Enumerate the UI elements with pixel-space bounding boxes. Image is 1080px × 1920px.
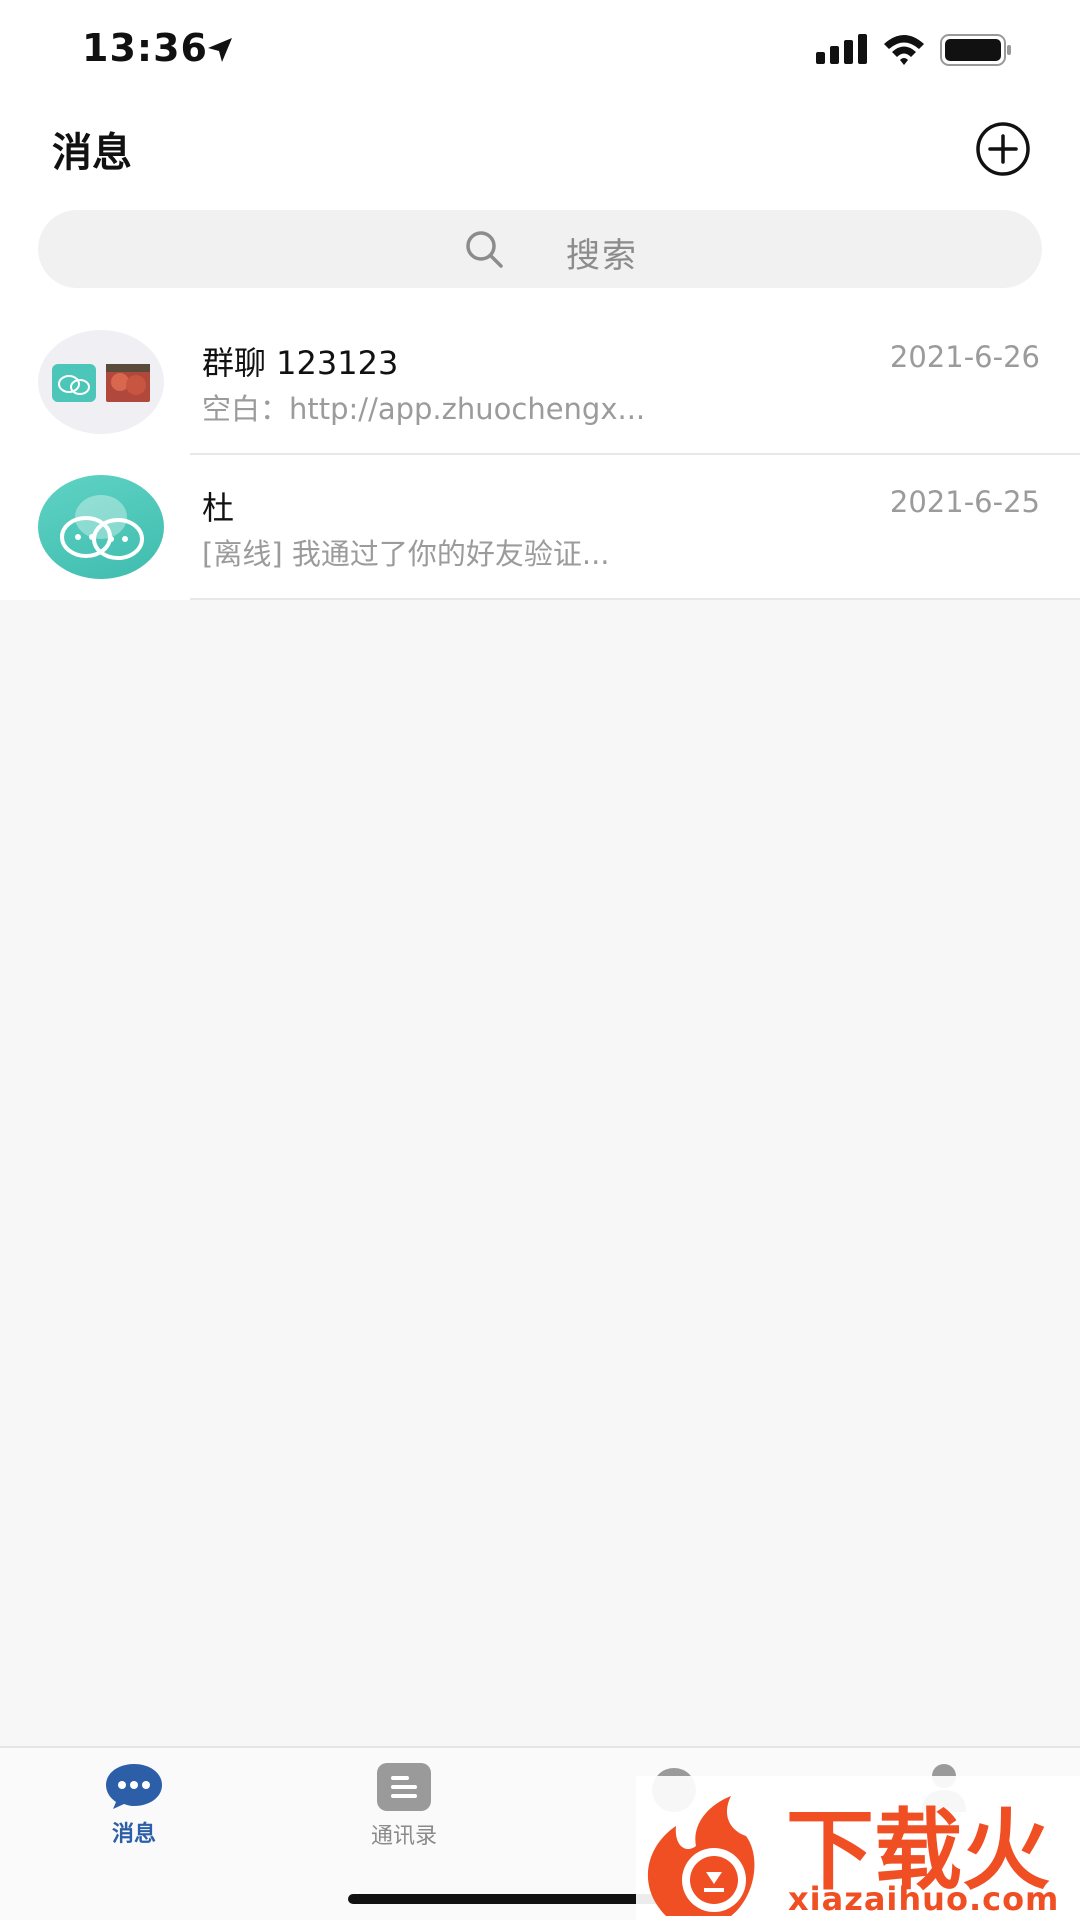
watermark-logo: 下载火 xiazaihuo.com: [636, 1776, 1080, 1920]
chat-bubbles-icon: [60, 495, 144, 560]
conversation-item-group[interactable]: 群聊 123123 空白：http://app.zhuochengx... 20…: [0, 310, 1080, 455]
group-avatar-image-icon: [52, 364, 150, 402]
page-title: 消息: [52, 130, 132, 176]
tab-messages[interactable]: 消息: [54, 1762, 214, 1862]
tab-label: 消息: [111, 1822, 156, 1847]
location-arrow-icon: [208, 38, 232, 62]
status-time: 13:36: [82, 26, 208, 70]
add-circle-icon[interactable]: [974, 120, 1032, 178]
group-avatar: [38, 330, 164, 434]
tab-label: 通讯录: [370, 1824, 437, 1849]
conversation-item-du[interactable]: 杜 [离线] 我通过了你的好友验证... 2021-6-25: [0, 455, 1080, 600]
cellular-signal-icon: [816, 34, 867, 64]
wifi-icon: [884, 35, 924, 65]
conversation-preview: [离线] 我通过了你的好友验证...: [202, 537, 610, 571]
search-bar[interactable]: 搜索: [38, 210, 1042, 288]
watermark-url: xiazaihuo.com: [788, 1880, 1060, 1918]
chat-bubble-icon: [106, 1764, 162, 1809]
search-placeholder: 搜索: [566, 236, 638, 276]
search-icon: [466, 231, 503, 268]
conversation-name: 群聊 123123: [202, 344, 399, 382]
flame-download-logo-icon: [647, 1796, 755, 1916]
battery-icon: [940, 34, 1011, 66]
conversation-list: 群聊 123123 空白：http://app.zhuochengx... 20…: [0, 310, 1080, 600]
header: 消息: [0, 100, 1080, 200]
contact-avatar: [38, 475, 164, 579]
conversation-name: 杜: [202, 489, 235, 527]
conversation-preview: 空白：http://app.zhuochengx...: [202, 392, 646, 426]
contacts-book-icon: [377, 1763, 431, 1811]
tab-contacts[interactable]: 通讯录: [324, 1762, 484, 1862]
conversation-date: 2021-6-26: [889, 340, 1040, 374]
conversation-date: 2021-6-25: [889, 485, 1040, 519]
status-bar: 13:36: [0, 0, 1080, 100]
